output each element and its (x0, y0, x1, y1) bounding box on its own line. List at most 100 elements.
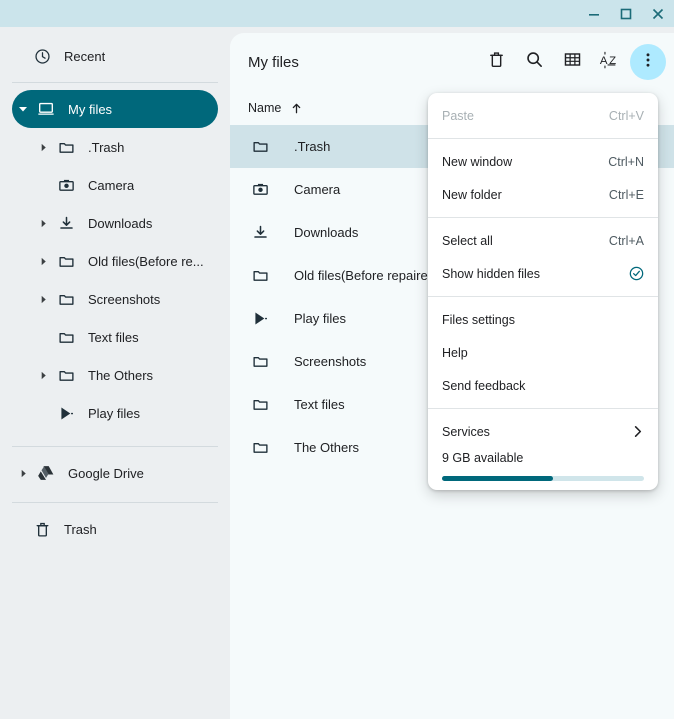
menu-item-shortcut: Ctrl+V (608, 108, 644, 123)
menu-item-label: Select all (442, 233, 493, 248)
sidebar-item-play-files[interactable]: Play files (12, 394, 218, 432)
file-name: The Others (294, 440, 360, 455)
delete-icon (487, 50, 506, 74)
menu-item-label: New window (442, 154, 513, 169)
sidebar-item-label: Google Drive (68, 465, 144, 481)
menu-item-new-window[interactable]: New window Ctrl+N (428, 145, 658, 178)
search-button[interactable] (516, 44, 552, 80)
menu-item-label: Files settings (442, 312, 515, 327)
sidebar: Recent My files .Trash Camera Downloads … (0, 27, 230, 719)
sort-az-icon: A Z (599, 50, 621, 75)
menu-item-show-hidden-files[interactable]: Show hidden files (428, 257, 658, 290)
search-icon (525, 50, 544, 74)
sidebar-item-dot-trash[interactable]: .Trash (12, 128, 218, 166)
storage-progress-track (442, 476, 644, 481)
sidebar-item-recent[interactable]: Recent (12, 37, 218, 75)
grid-view-button[interactable] (554, 44, 590, 80)
maximize-icon (620, 8, 632, 20)
chevron-right-icon[interactable] (32, 371, 54, 380)
sidebar-item-screenshots[interactable]: Screenshots (12, 280, 218, 318)
svg-text:A: A (600, 55, 608, 67)
file-name: Camera (294, 182, 341, 197)
chevron-down-icon[interactable] (12, 104, 34, 114)
sidebar-item-downloads[interactable]: Downloads (12, 204, 218, 242)
camera-icon (54, 177, 78, 194)
sidebar-divider-2 (12, 446, 218, 447)
folder-icon (54, 367, 78, 384)
close-icon (652, 8, 664, 20)
chevron-right-icon[interactable] (12, 469, 34, 478)
menu-item-files-settings[interactable]: Files settings (428, 303, 658, 336)
column-header-label: Name (248, 101, 282, 115)
sidebar-item-camera[interactable]: Camera (12, 166, 218, 204)
sidebar-item-my-files[interactable]: My files (12, 90, 218, 128)
folder-icon (248, 439, 272, 456)
sidebar-item-label: Recent (64, 48, 106, 64)
menu-item-label: New folder (442, 187, 502, 202)
check-circle-icon (629, 266, 644, 281)
file-name: .Trash (294, 139, 331, 154)
chevron-right-icon (631, 425, 644, 438)
menu-item-help[interactable]: Help (428, 336, 658, 369)
play-store-icon (248, 310, 272, 327)
sidebar-divider-3 (12, 502, 218, 503)
folder-icon (54, 253, 78, 270)
folder-icon (248, 267, 272, 284)
menu-item-label: Services (442, 424, 490, 439)
more-options-menu: Paste Ctrl+V New window Ctrl+N New folde… (428, 93, 658, 490)
sidebar-item-label: Screenshots (88, 291, 161, 307)
menu-item-select-all[interactable]: Select all Ctrl+A (428, 224, 658, 257)
grid-view-icon (563, 50, 582, 74)
menu-item-services[interactable]: Services (428, 415, 658, 448)
minimize-icon (588, 8, 600, 20)
sort-ascending-icon (290, 102, 303, 115)
sidebar-item-label: Camera (88, 177, 135, 193)
chevron-right-icon[interactable] (32, 219, 54, 228)
sidebar-item-label: My files (68, 101, 113, 117)
menu-divider (428, 138, 658, 139)
storage-available-label: 9 GB available (442, 451, 524, 465)
chevron-right-icon[interactable] (32, 257, 54, 266)
chevron-right-icon[interactable] (32, 295, 54, 304)
device-icon (34, 100, 58, 118)
file-name: Screenshots (294, 354, 367, 369)
menu-item-shortcut: Ctrl+N (608, 154, 644, 169)
sidebar-item-old-files[interactable]: Old files(Before re... (12, 242, 218, 280)
clock-icon (30, 48, 54, 65)
maximize-button[interactable] (610, 0, 642, 27)
menu-item-send-feedback[interactable]: Send feedback (428, 369, 658, 402)
menu-item-label: Help (442, 345, 468, 360)
folder-icon (248, 396, 272, 413)
sidebar-item-text-files[interactable]: Text files (12, 318, 218, 356)
file-name: Old files(Before repaired) (294, 268, 440, 283)
menu-divider (428, 217, 658, 218)
chevron-right-icon[interactable] (32, 143, 54, 152)
menu-item-paste[interactable]: Paste Ctrl+V (428, 99, 658, 132)
minimize-button[interactable] (578, 0, 610, 27)
more-options-button[interactable] (630, 44, 666, 80)
sidebar-divider-1 (12, 82, 218, 83)
menu-item-label: Send feedback (442, 378, 526, 393)
menu-item-label: Paste (442, 108, 474, 123)
menu-item-new-folder[interactable]: New folder Ctrl+E (428, 178, 658, 211)
download-icon (54, 215, 78, 232)
sidebar-item-label: .Trash (88, 139, 125, 155)
sidebar-item-the-others[interactable]: The Others (12, 356, 218, 394)
sidebar-item-trash[interactable]: Trash (12, 510, 218, 548)
menu-divider (428, 296, 658, 297)
folder-icon (54, 291, 78, 308)
folder-icon (54, 139, 78, 156)
files-app-window: Recent My files .Trash Camera Downloads … (0, 0, 674, 719)
file-name: Text files (294, 397, 345, 412)
sort-button[interactable]: A Z (592, 44, 628, 80)
file-name: Play files (294, 311, 347, 326)
play-store-icon (54, 405, 78, 422)
sidebar-item-google-drive[interactable]: Google Drive (12, 454, 218, 492)
close-button[interactable] (642, 0, 674, 27)
file-name: Downloads (294, 225, 359, 240)
folder-icon (248, 138, 272, 155)
sidebar-item-label: The Others (88, 367, 154, 383)
main-toolbar: My files A Z (230, 33, 674, 91)
folder-icon (54, 329, 78, 346)
delete-button[interactable] (478, 44, 514, 80)
